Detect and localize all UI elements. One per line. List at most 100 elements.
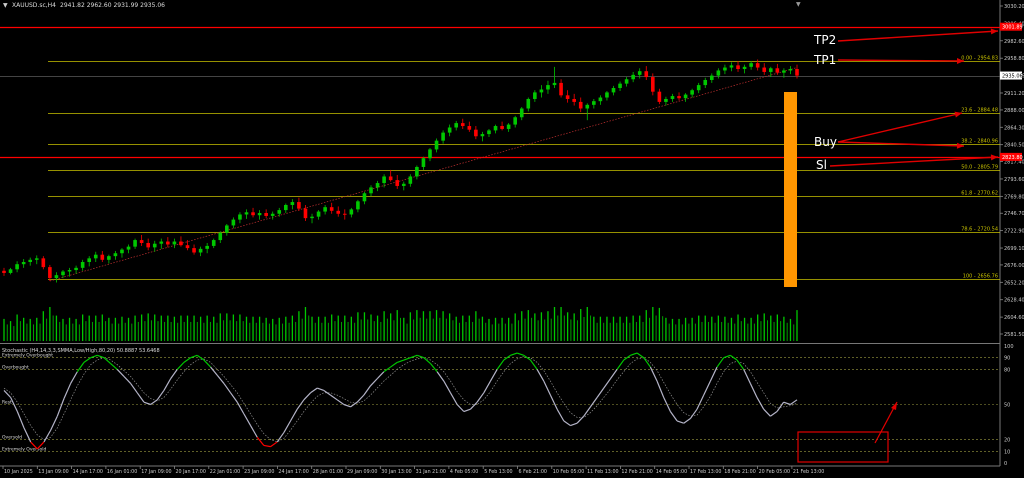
candle-body xyxy=(100,254,105,260)
candle-body xyxy=(67,270,72,272)
stoch-k-segment xyxy=(403,357,411,361)
candle-body xyxy=(382,176,386,184)
candle-body xyxy=(297,202,301,209)
fib-level-label: 38.2 - 2840.96 xyxy=(961,139,998,145)
stoch-k-segment xyxy=(609,369,618,380)
time-axis-label: 28 Jan 01:00 xyxy=(313,469,343,475)
stoch-k-segment xyxy=(196,354,205,361)
candle-body xyxy=(703,79,708,86)
time-axis-label: 14 Jan 17:00 xyxy=(73,469,103,475)
time-axis-label: 12 Feb 21:00 xyxy=(621,469,652,475)
price-axis-label: 2699.10 xyxy=(1004,246,1024,252)
candle-body xyxy=(159,241,164,244)
candle-body xyxy=(447,127,452,133)
stoch-k-segment xyxy=(70,371,78,384)
stoch-axis-label: 80 xyxy=(1004,367,1010,373)
candle-body xyxy=(578,101,583,109)
stoch-k-segment xyxy=(510,352,518,356)
candle-body xyxy=(277,210,282,214)
price-axis-label: 2840.50 xyxy=(1004,143,1024,149)
price-axis-label: 2676.00 xyxy=(1004,263,1024,269)
stoch-k-segment xyxy=(50,415,58,431)
stoch-k-segment xyxy=(390,361,398,368)
candle-body xyxy=(690,90,694,95)
stoch-k-segment xyxy=(16,411,25,429)
fib-level-label: 100 - 2656.76 xyxy=(963,274,998,280)
time-axis-label: 17 Jan 09:00 xyxy=(141,469,171,475)
time-axis-label: 10 Feb 05:00 xyxy=(553,469,584,475)
stoch-k-segment xyxy=(689,408,698,419)
candle-body xyxy=(736,65,740,70)
time-axis-label: 5 Feb 13:00 xyxy=(484,469,512,475)
candle-body xyxy=(34,258,39,260)
stoch-k-segment xyxy=(163,378,172,391)
candle-body xyxy=(362,193,367,202)
fib-level-label: 61.8 - 2770.62 xyxy=(961,191,998,197)
candle-body xyxy=(585,104,590,109)
candle-body xyxy=(664,98,668,102)
candle-body xyxy=(369,187,373,194)
candle-body xyxy=(696,85,701,91)
candle-body xyxy=(329,207,334,211)
stoch-k-segment xyxy=(543,380,551,396)
stoch-k-segment xyxy=(336,399,345,405)
candle-body xyxy=(310,216,314,219)
candle-body xyxy=(565,95,570,99)
price-axis-label: 2746.70 xyxy=(1004,211,1024,217)
price-axis-label: 2604.60 xyxy=(1004,315,1024,321)
time-axis-label: 29 Jan 09:00 xyxy=(347,469,377,475)
candle-body xyxy=(605,92,609,98)
fib-level-label: 78.6 - 2720.54 xyxy=(961,227,998,233)
candle-body xyxy=(15,264,19,270)
candle-body xyxy=(28,259,33,262)
stoch-k-segment xyxy=(130,383,138,394)
price-axis-label: 3030.20 xyxy=(1004,4,1024,10)
candle-body xyxy=(618,83,622,89)
stoch-k-segment xyxy=(343,403,351,408)
candle-body xyxy=(552,82,557,86)
stoch-k-segment xyxy=(416,354,425,359)
candle-body xyxy=(126,246,131,250)
annotation-tp1: TP1 xyxy=(814,53,837,67)
stoch-k-segment xyxy=(396,359,405,363)
tp2-arrow-head xyxy=(990,28,998,35)
stoch-k-segment xyxy=(410,354,418,359)
stoch-k-segment xyxy=(763,408,771,417)
candle-body xyxy=(637,71,642,75)
time-axis-label: 16 Jan 01:00 xyxy=(107,469,137,475)
stoch-k-segment xyxy=(123,376,132,384)
buy-arrow-tp xyxy=(837,112,963,143)
candle-body xyxy=(375,183,380,188)
candle-body xyxy=(683,94,688,99)
candle-body xyxy=(788,69,793,71)
stoch-k-segment xyxy=(756,397,765,410)
candle-body xyxy=(493,126,498,131)
candle-body xyxy=(755,63,760,68)
time-axis-label: 18 Feb 21:00 xyxy=(724,469,755,475)
time-axis-label: 14 Feb 05:00 xyxy=(656,469,687,475)
candle-body xyxy=(624,79,629,84)
stoch-k-segment xyxy=(323,389,331,396)
stoch-k-segment xyxy=(183,357,191,363)
candle-body xyxy=(54,275,59,279)
candle-body xyxy=(506,124,511,129)
candle-body xyxy=(775,68,780,73)
stoch-k-segment xyxy=(749,383,758,398)
price-axis-label: 2911.20 xyxy=(1004,91,1024,97)
stoch-k-segment xyxy=(330,394,338,401)
stoch-axis-label: 50 xyxy=(1004,403,1010,409)
candle-body xyxy=(401,183,406,186)
stoch-axis-label: 90 xyxy=(1004,356,1010,362)
candle-body xyxy=(519,108,524,118)
candle-body xyxy=(231,219,236,226)
stoch-k-segment xyxy=(76,362,85,373)
stoch-k-segment xyxy=(3,390,12,398)
candle-body xyxy=(80,261,85,268)
stoch-k-segment xyxy=(676,420,684,424)
tp2-arrow xyxy=(837,30,999,42)
candle-body xyxy=(61,271,65,276)
price-axis-label: 2888.00 xyxy=(1004,108,1024,114)
stoch-k-segment xyxy=(616,359,625,370)
candle-body xyxy=(74,267,78,271)
price-axis-label: 2958.80 xyxy=(1004,56,1024,62)
